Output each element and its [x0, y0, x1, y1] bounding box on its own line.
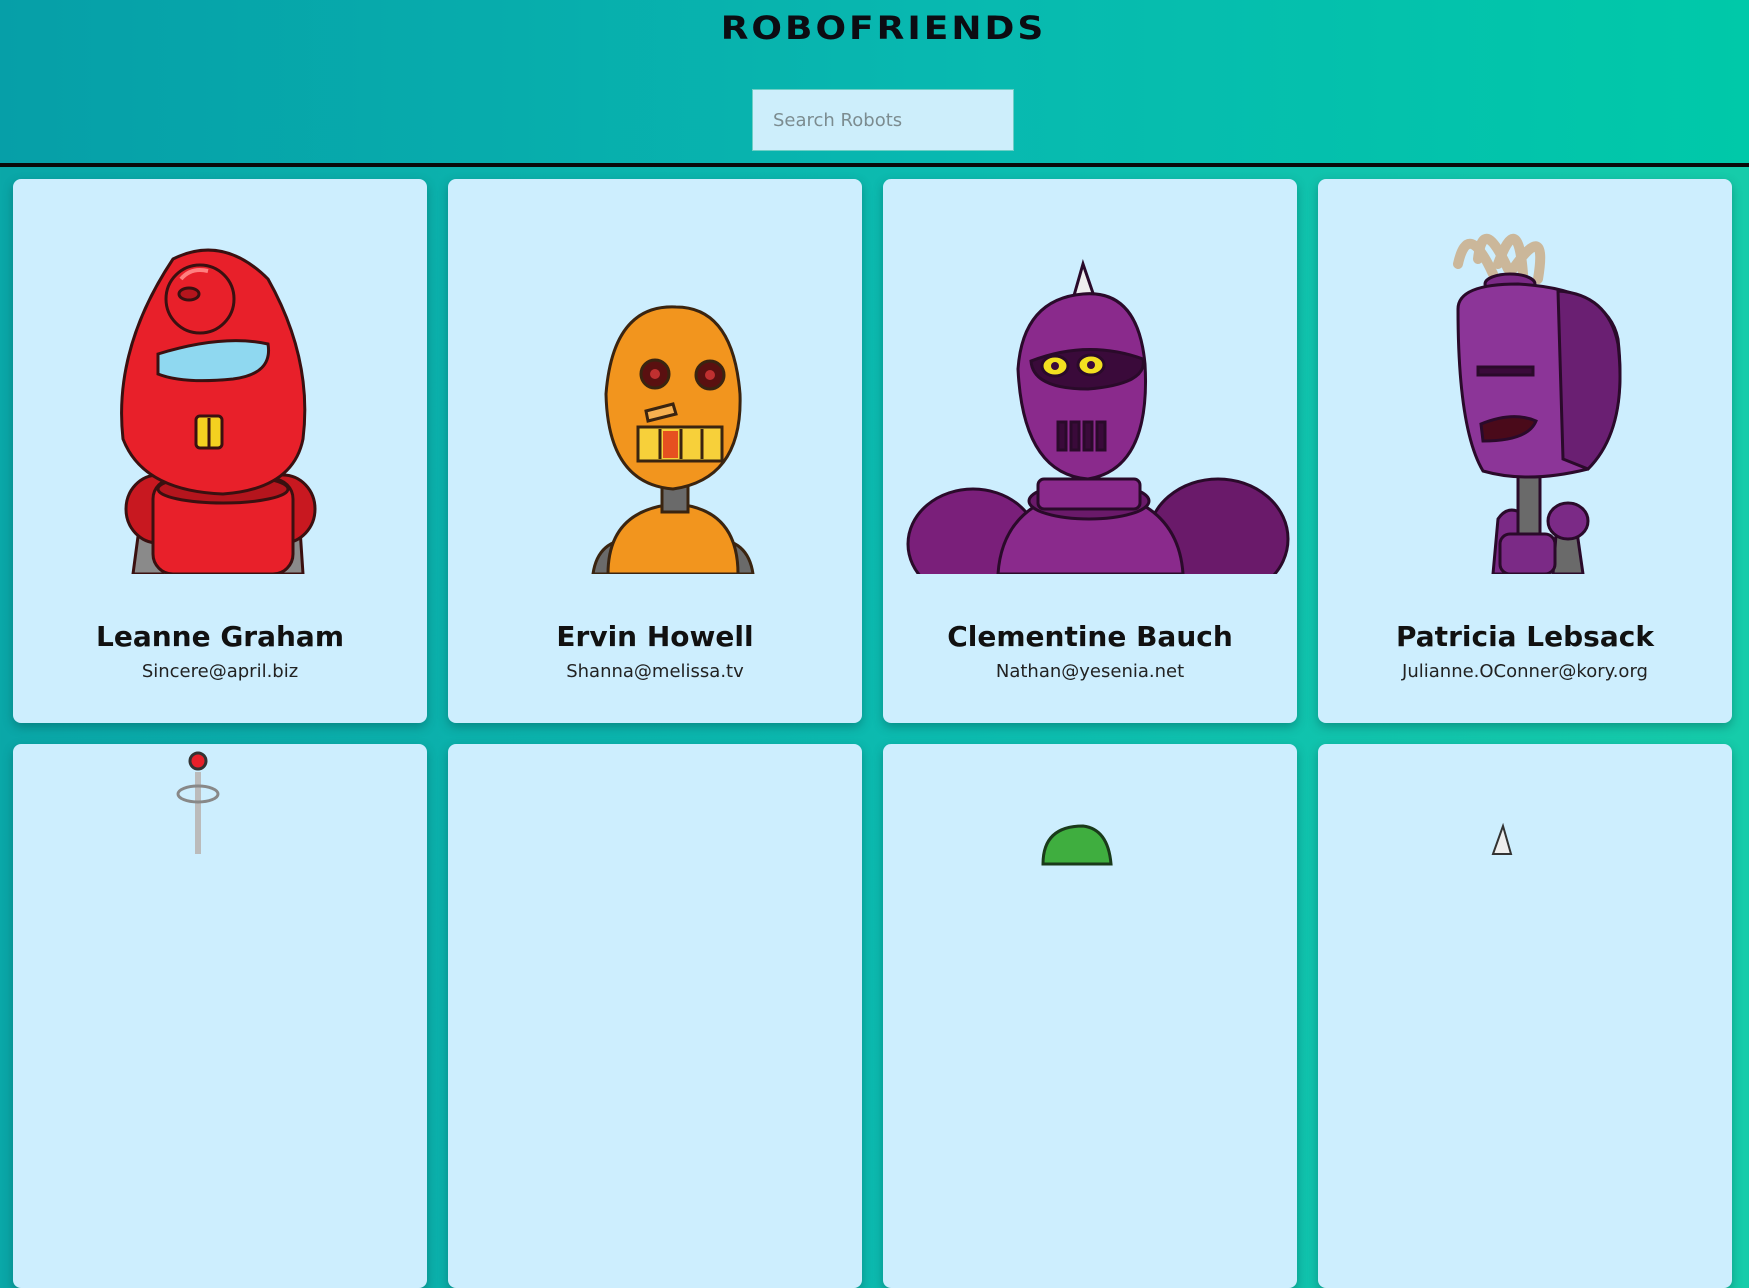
robot-avatar [1318, 179, 1732, 574]
robot-card[interactable]: Ervin Howell Shanna@melissa.tv [448, 179, 862, 723]
robot-avatar [883, 744, 1297, 1139]
robot-avatar [448, 179, 862, 574]
robot-email: Sincere@april.biz [141, 661, 299, 682]
robot-card[interactable]: Patricia Lebsack Julianne.OConner@kory.o… [1318, 179, 1732, 723]
robot-name: Ervin Howell [556, 620, 754, 654]
robot-email: Shanna@melissa.tv [566, 661, 744, 682]
robot-avatar [13, 179, 427, 574]
robot-name: Patricia Lebsack [1396, 620, 1654, 654]
robot-name: Leanne Graham [95, 620, 345, 654]
robot-avatar [883, 179, 1297, 574]
robot-email: Nathan@yesenia.net [995, 661, 1185, 682]
robot-avatar [1318, 744, 1732, 1139]
robot-email: Julianne.OConner@kory.org [1402, 661, 1648, 682]
robot-card[interactable] [883, 744, 1297, 1288]
robot-card[interactable] [1318, 744, 1732, 1288]
robot-card[interactable] [448, 744, 862, 1288]
robot-card[interactable]: Leanne Graham Sincere@april.biz [13, 179, 427, 723]
robot-avatar [448, 744, 862, 1139]
robot-card[interactable] [13, 744, 427, 1288]
robot-card[interactable]: Clementine Bauch Nathan@yesenia.net [883, 179, 1297, 723]
robot-card-list: Leanne Graham Sincere@april.biz Ervin Ho… [0, 0, 1749, 1288]
robot-avatar [13, 744, 427, 1139]
robot-name: Clementine Bauch [947, 620, 1233, 654]
